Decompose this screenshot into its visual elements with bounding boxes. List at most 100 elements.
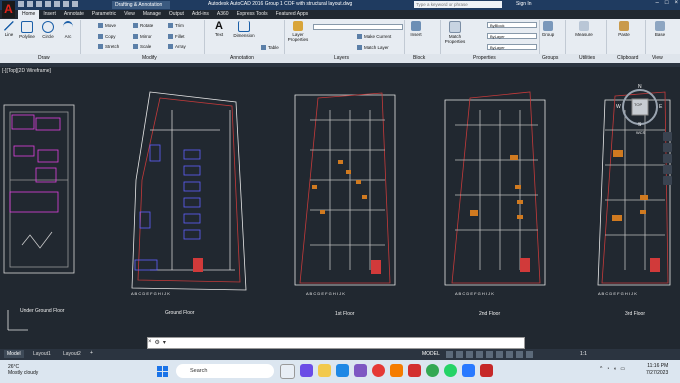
line-button[interactable]: Line — [3, 21, 15, 37]
lineweight-icon[interactable] — [496, 351, 503, 358]
paste-button[interactable]: Paste — [615, 21, 633, 37]
clock[interactable]: 11:16 PM 7/27/2023 — [646, 363, 668, 377]
scale-button[interactable]: Scale — [133, 44, 151, 49]
weather-widget[interactable]: 26°C Mostly cloudy — [8, 364, 38, 376]
tab-addins[interactable]: Add-ins — [188, 10, 213, 19]
mirror-button[interactable]: Mirror — [133, 34, 152, 39]
showmotion-icon[interactable] — [663, 176, 672, 185]
panel-label-view[interactable]: View — [652, 55, 663, 61]
selection-cycling-icon[interactable] — [516, 351, 523, 358]
osnap-icon[interactable] — [486, 351, 493, 358]
panel-label-layers[interactable]: Layers — [334, 55, 349, 61]
full-navigation-wheel-icon[interactable] — [663, 132, 672, 141]
autocad-taskbar-icon[interactable] — [480, 364, 493, 377]
match-layer-button[interactable]: Match Layer — [357, 45, 389, 50]
sign-in-link[interactable]: Sign In — [516, 1, 532, 7]
wcs-menu[interactable]: WCS — [636, 130, 645, 135]
viewcube-north[interactable]: N — [638, 84, 642, 90]
table-button[interactable]: Table — [261, 45, 279, 50]
orbit-icon[interactable] — [663, 165, 672, 174]
office-icon[interactable] — [408, 364, 421, 377]
panel-label-block[interactable]: Block — [413, 55, 425, 61]
save-as-icon[interactable] — [45, 1, 51, 7]
linetype-dropdown[interactable]: ByLayer — [487, 33, 537, 39]
teams-app-icon[interactable] — [300, 364, 313, 377]
tab-home[interactable]: Home — [18, 10, 40, 19]
tab-a360[interactable]: A360 — [213, 10, 233, 19]
command-line[interactable] — [147, 337, 525, 349]
text-button[interactable]: A Text — [211, 21, 227, 38]
store-icon[interactable] — [354, 364, 367, 377]
tab-express-tools[interactable]: Express Tools — [233, 10, 272, 19]
make-current-button[interactable]: Make Current — [357, 34, 391, 39]
viewcube-east[interactable]: E — [659, 104, 662, 110]
chrome-icon[interactable] — [426, 364, 439, 377]
wifi-icon[interactable]: ◔ — [606, 366, 609, 372]
panel-label-modify[interactable]: Modify — [142, 55, 157, 61]
recent-commands-icon[interactable]: ▾ — [163, 339, 166, 346]
panel-label-annotation[interactable]: Annotation — [230, 55, 254, 61]
polyline-button[interactable]: Polyline — [17, 21, 37, 39]
viewcube-top-face[interactable]: TOP — [634, 102, 642, 107]
maximize-icon[interactable]: □ — [665, 0, 669, 6]
arc-button[interactable]: Arc — [60, 21, 76, 39]
layer-dropdown[interactable] — [313, 24, 403, 30]
tab-parametric[interactable]: Parametric — [88, 10, 120, 19]
print-icon[interactable] — [54, 1, 60, 7]
tab-insert[interactable]: Insert — [39, 10, 60, 19]
annotation-scale[interactable]: 1:1 — [580, 351, 587, 357]
pan-icon[interactable] — [663, 143, 672, 152]
ortho-icon[interactable] — [466, 351, 473, 358]
base-button[interactable]: Base — [652, 21, 668, 37]
viewcube-south[interactable]: S — [638, 122, 641, 128]
viewcube-west[interactable]: W — [616, 104, 621, 110]
edge-icon[interactable] — [336, 364, 349, 377]
open-icon[interactable] — [27, 1, 33, 7]
measure-button[interactable]: Measure — [573, 21, 595, 37]
tab-manage[interactable]: Manage — [139, 10, 165, 19]
transparency-icon[interactable] — [506, 351, 513, 358]
battery-icon[interactable]: ▭ — [620, 366, 625, 372]
search-input[interactable]: Type a keyword or phrase — [414, 1, 502, 8]
polar-icon[interactable] — [476, 351, 483, 358]
whatsapp-icon[interactable] — [444, 364, 457, 377]
rotate-button[interactable]: Rotate — [133, 23, 153, 28]
color-dropdown[interactable]: ByBlock — [487, 22, 537, 28]
undo-icon[interactable] — [63, 1, 69, 7]
panel-label-properties[interactable]: Properties — [473, 55, 496, 61]
snap-icon[interactable] — [456, 351, 463, 358]
model-space-toggle[interactable]: MODEL — [422, 351, 440, 357]
tab-layout2[interactable]: Layout2 — [60, 350, 84, 358]
tab-annotate[interactable]: Annotate — [60, 10, 88, 19]
trim-button[interactable]: Trim — [168, 23, 184, 28]
fillet-button[interactable]: Fillet — [168, 34, 185, 39]
firefox-icon[interactable] — [390, 364, 403, 377]
grid-icon[interactable] — [446, 351, 453, 358]
file-explorer-icon[interactable] — [318, 364, 331, 377]
camera-app-icon[interactable] — [280, 364, 295, 379]
chevron-up-icon[interactable]: ^ — [600, 366, 602, 372]
insert-button[interactable]: Insert — [407, 21, 425, 37]
taskbar-search[interactable]: Search — [176, 364, 274, 378]
add-layout-icon[interactable]: + — [90, 350, 93, 356]
customize-icon[interactable]: ⚙ — [155, 339, 160, 346]
panel-label-draw[interactable]: Draw — [38, 55, 50, 61]
circle-button[interactable]: Circle — [40, 21, 56, 39]
workspace-dropdown[interactable]: Drafting & Annotation — [112, 1, 170, 9]
copy-button[interactable]: Copy — [98, 34, 116, 39]
redo-icon[interactable] — [72, 1, 78, 7]
panel-label-groups[interactable]: Groups — [542, 55, 558, 61]
tab-model[interactable]: Model — [4, 350, 24, 358]
new-icon[interactable] — [18, 1, 24, 7]
dimension-button[interactable]: Dimension — [230, 21, 258, 38]
photos-icon[interactable] — [462, 364, 475, 377]
windows-start-icon[interactable] — [157, 366, 168, 377]
save-icon[interactable] — [36, 1, 42, 7]
volume-icon[interactable]: ◖ — [613, 366, 616, 372]
move-button[interactable]: Move — [98, 23, 116, 28]
zoom-extents-icon[interactable] — [663, 154, 672, 163]
layer-properties-button[interactable]: Layer Properties — [286, 21, 310, 42]
autocad-logo-icon[interactable]: A — [2, 1, 15, 18]
tab-layout1[interactable]: Layout1 — [30, 350, 54, 358]
annotation-visibility-icon[interactable] — [526, 351, 533, 358]
